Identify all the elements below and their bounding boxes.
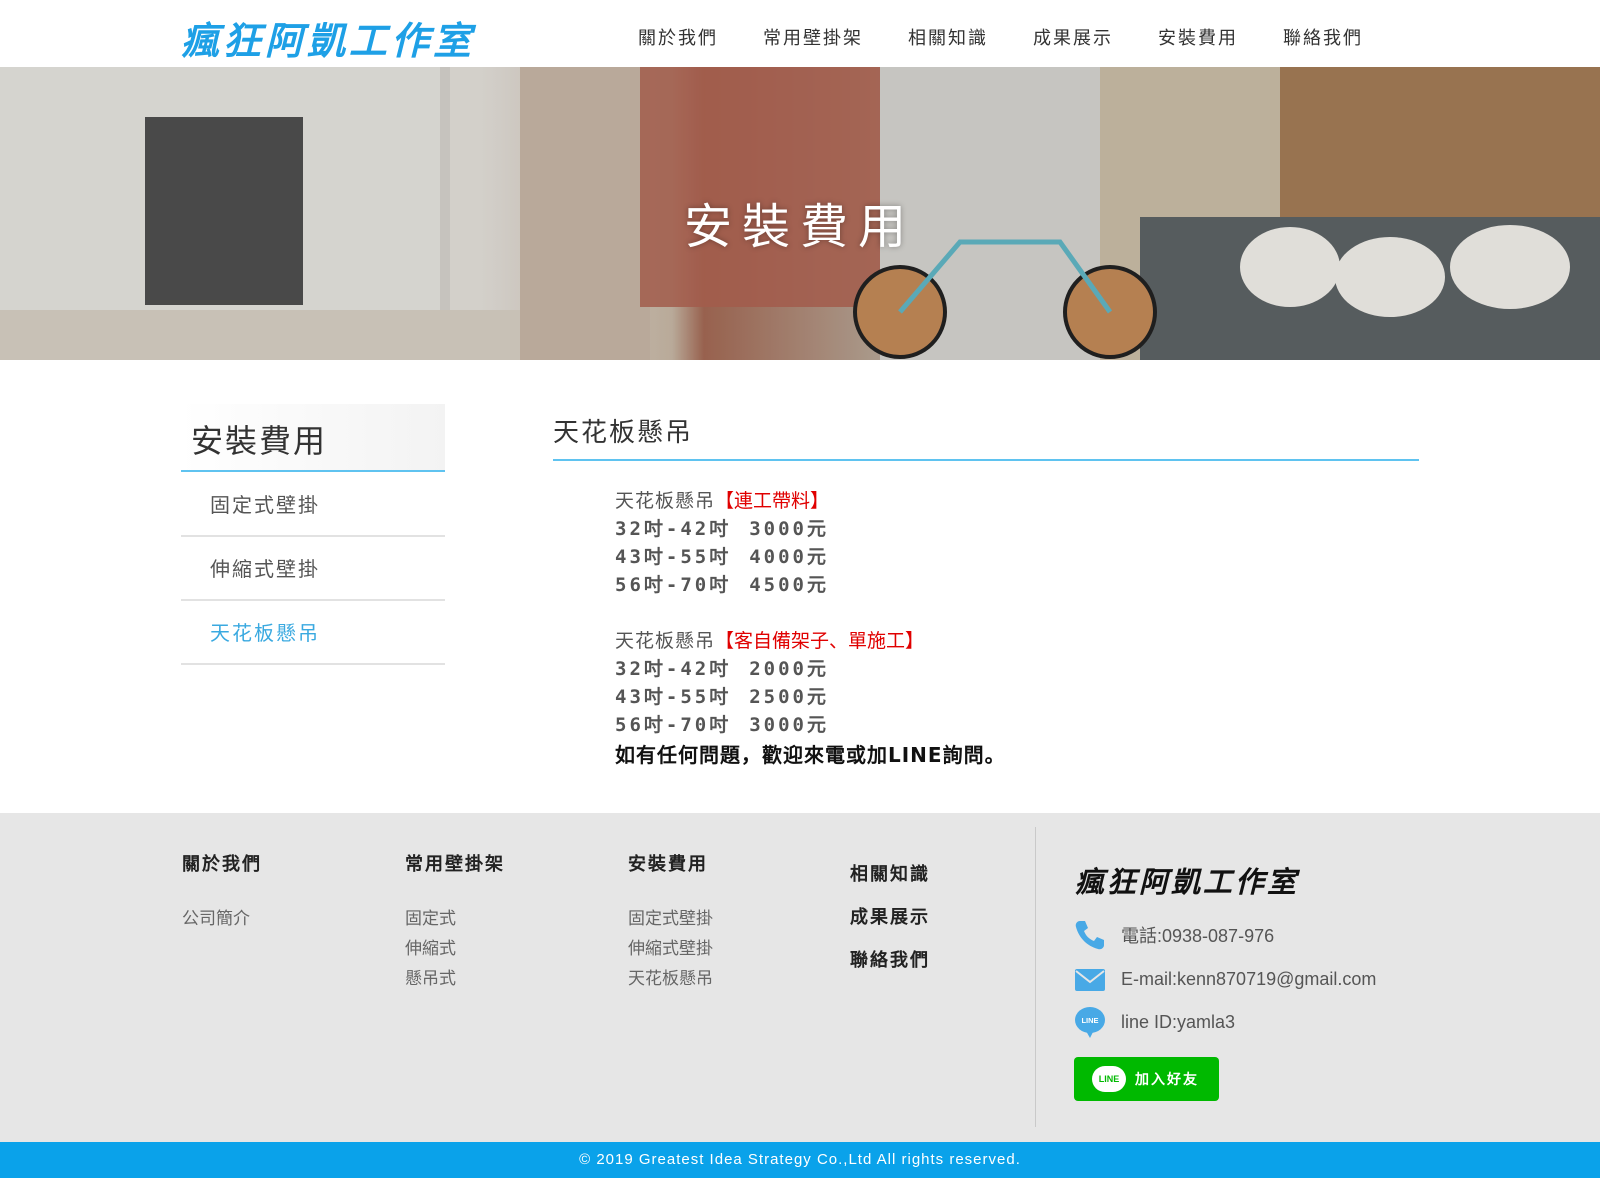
group-tag: 【連工帶料】 — [715, 490, 830, 512]
footer-heading: 安裝費用 — [628, 854, 708, 875]
footer-link-portfolio[interactable]: 成果展示 — [850, 903, 930, 946]
nav-portfolio[interactable]: 成果展示 — [1033, 24, 1113, 50]
footer-heading: 常用壁掛架 — [405, 854, 505, 875]
footer-divider — [1035, 827, 1036, 1127]
line-add-friend-label: 加入好友 — [1135, 1072, 1199, 1088]
group-tag: 【客自備架子、單施工】 — [715, 630, 925, 652]
price-list: 天花板懸吊【連工帶料】 32吋-42吋 3000元 43吋-55吋 4000元 56… — [615, 487, 1395, 771]
footer-link-contact[interactable]: 聯絡我們 — [850, 946, 930, 989]
price-row: 32吋-42吋 3000元 — [615, 518, 829, 540]
svg-text:LINE: LINE — [1081, 1016, 1098, 1025]
contact-phone: 電話:0938-087-976 — [1073, 919, 1274, 951]
nav-knowledge[interactable]: 相關知識 — [908, 24, 988, 50]
sidebar-item-telescopic-mount[interactable]: 伸縮式壁掛 — [181, 537, 445, 601]
sidebar-title: 安裝費用 — [181, 404, 445, 472]
nav-contact[interactable]: 聯絡我們 — [1283, 24, 1363, 50]
price-row: 43吋-55吋 4000元 — [615, 546, 829, 568]
phone-icon — [1075, 921, 1104, 950]
price-row: 56吋-70吋 3000元 — [615, 714, 829, 736]
nav-install-fees[interactable]: 安裝費用 — [1158, 24, 1238, 50]
footer-logo: 瘋狂阿凱工作室 — [1075, 865, 1300, 899]
site-header: 瘋狂阿凱工作室 關於我們 常用壁掛架 相關知識 成果展示 安裝費用 聯絡我們 — [0, 0, 1600, 67]
footer-link[interactable]: 伸縮式壁掛 — [628, 934, 713, 964]
footer-col-about: 關於我們 公司簡介 — [182, 850, 262, 934]
sidebar-item-fixed-mount[interactable]: 固定式壁掛 — [181, 473, 445, 537]
nav-about[interactable]: 關於我們 — [638, 24, 718, 50]
footer-col-mounts: 常用壁掛架 固定式 伸縮式 懸吊式 — [405, 850, 505, 994]
contact-note: 如有任何問題，歡迎來電或加LINE詢問。 — [615, 743, 1006, 767]
sidebar-menu: 固定式壁掛 伸縮式壁掛 天花板懸吊 — [181, 473, 445, 665]
banner-title: 安裝費用 — [683, 199, 916, 255]
footer-link[interactable]: 公司簡介 — [182, 904, 262, 934]
content-title: 天花板懸吊 — [553, 412, 1419, 461]
footer-link[interactable]: 天花板懸吊 — [628, 964, 713, 994]
price-row: 56吋-70吋 4500元 — [615, 574, 829, 596]
copyright-bar: © 2019 Greatest Idea Strategy Co.,Ltd Al… — [0, 1142, 1600, 1178]
envelope-icon — [1075, 969, 1105, 991]
price-row: 43吋-55吋 2500元 — [615, 686, 829, 708]
line-add-friend-button[interactable]: LINE 加入好友 — [1074, 1057, 1219, 1101]
sidebar-item-ceiling-mount[interactable]: 天花板懸吊 — [181, 601, 445, 665]
footer-link[interactable]: 伸縮式 — [405, 934, 505, 964]
contact-email: E-mail:kenn870719@gmail.com — [1073, 963, 1376, 995]
footer-heading: 關於我們 — [182, 854, 262, 875]
hero-banner: 安裝費用 — [0, 67, 1600, 360]
group-heading: 天花板懸吊【客自備架子、單施工】 — [615, 630, 925, 652]
site-footer: 關於我們 公司簡介 常用壁掛架 固定式 伸縮式 懸吊式 安裝費用 固定式壁掛 伸… — [0, 813, 1600, 1142]
content-title-text: 天花板懸吊 — [553, 418, 694, 448]
line-logo-icon: LINE — [1092, 1066, 1126, 1092]
footer-col-misc: 相關知識 成果展示 聯絡我們 — [850, 860, 930, 989]
group-heading: 天花板懸吊【連工帶料】 — [615, 490, 830, 512]
site-logo[interactable]: 瘋狂阿凱工作室 — [181, 10, 475, 65]
footer-link[interactable]: 固定式壁掛 — [628, 904, 713, 934]
price-row: 32吋-42吋 2000元 — [615, 658, 829, 680]
footer-col-fees: 安裝費用 固定式壁掛 伸縮式壁掛 天花板懸吊 — [628, 850, 713, 994]
nav-wall-mounts[interactable]: 常用壁掛架 — [763, 24, 863, 50]
sidebar-title-text: 安裝費用 — [191, 422, 328, 460]
contact-line-id: LINE line ID:yamla3 — [1073, 1006, 1235, 1038]
footer-link-knowledge[interactable]: 相關知識 — [850, 860, 930, 903]
footer-link[interactable]: 懸吊式 — [405, 964, 505, 994]
line-chat-icon: LINE — [1075, 1007, 1105, 1038]
main-nav: 關於我們 常用壁掛架 相關知識 成果展示 安裝費用 聯絡我們 — [638, 24, 1363, 50]
footer-link[interactable]: 固定式 — [405, 904, 505, 934]
